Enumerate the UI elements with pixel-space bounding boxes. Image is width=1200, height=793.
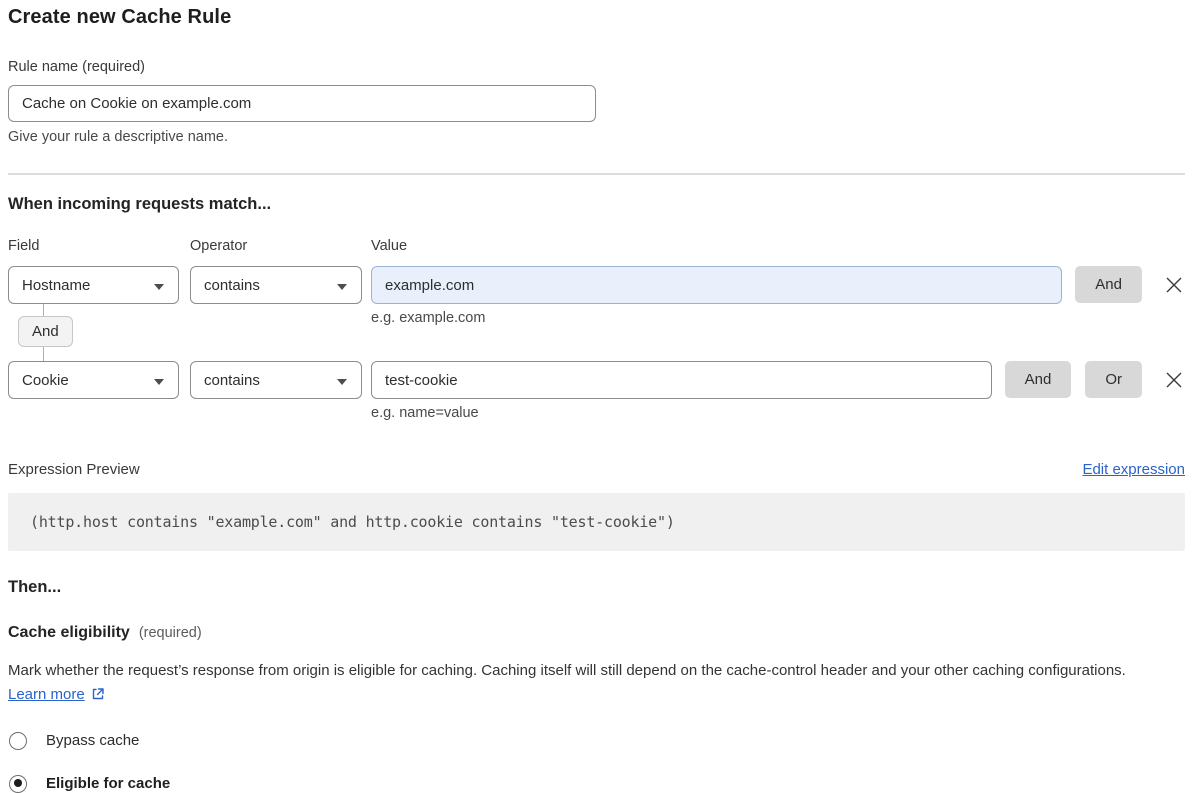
value-column-label: Value [371, 238, 407, 254]
field-column-label: Field [8, 238, 190, 254]
cache-eligibility-description: Mark whether the request’s response from… [8, 659, 1168, 710]
value-wrap: e.g. example.com [371, 266, 1062, 304]
condition-row: Cookie contains e.g. name=value And Or [8, 361, 1185, 399]
value-input[interactable] [371, 266, 1062, 304]
value-input[interactable] [371, 361, 992, 399]
operator-select[interactable]: contains [190, 361, 362, 399]
expression-header: Expression Preview Edit expression [8, 461, 1185, 478]
radio-bypass-cache[interactable]: Bypass cache [8, 732, 1185, 750]
condition-row: Hostname contains e.g. example.com And [8, 266, 1185, 304]
condition-column-labels: Field Operator Value [8, 238, 1185, 254]
field-select[interactable]: Hostname [8, 266, 179, 304]
description-text: Mark whether the request’s response from… [8, 662, 1126, 679]
page-title: Create new Cache Rule [8, 6, 1185, 29]
external-link-icon [91, 688, 105, 705]
and-button[interactable]: And [1005, 361, 1072, 398]
field-select-value: Cookie [22, 372, 69, 389]
expression-code-block: (http.host contains "example.com" and ht… [8, 493, 1185, 551]
then-heading: Then... [8, 578, 1185, 597]
learn-more-link[interactable]: Learn more [8, 686, 85, 703]
rule-name-help: Give your rule a descriptive name. [8, 129, 1185, 145]
operator-select[interactable]: contains [190, 266, 362, 304]
required-note: (required) [139, 625, 202, 641]
remove-condition-button[interactable] [1163, 369, 1185, 391]
chevron-down-icon [154, 379, 164, 385]
chevron-down-icon [337, 284, 347, 290]
rule-name-label: Rule name (required) [8, 59, 1185, 75]
expression-preview-label: Expression Preview [8, 461, 140, 478]
and-button[interactable]: And [1075, 266, 1142, 303]
value-hint: e.g. name=value [371, 405, 479, 421]
cache-eligibility-heading-row: Cache eligibility (required) [8, 624, 1185, 642]
field-select-value: Hostname [22, 277, 90, 294]
field-select[interactable]: Cookie [8, 361, 179, 399]
close-icon [1163, 369, 1185, 391]
radio-icon [9, 732, 27, 750]
value-wrap: e.g. name=value [371, 361, 992, 399]
cache-eligibility-heading: Cache eligibility [8, 624, 130, 642]
create-cache-rule-page: Create new Cache Rule Rule name (require… [0, 0, 1200, 793]
edit-expression-link[interactable]: Edit expression [1082, 461, 1185, 478]
radio-label: Bypass cache [46, 732, 139, 749]
chevron-down-icon [337, 379, 347, 385]
condition-connector: And [8, 304, 1185, 361]
spacer [8, 399, 1185, 461]
close-icon [1163, 274, 1185, 296]
section-divider [8, 173, 1185, 175]
or-button[interactable]: Or [1085, 361, 1142, 398]
operator-select-value: contains [204, 277, 260, 294]
chevron-down-icon [154, 284, 164, 290]
match-heading: When incoming requests match... [8, 195, 1185, 214]
connector-and-button[interactable]: And [18, 316, 73, 347]
remove-condition-button[interactable] [1163, 274, 1185, 296]
operator-column-label: Operator [190, 238, 371, 254]
operator-select-value: contains [204, 372, 260, 389]
rule-name-section: Rule name (required) Give your rule a de… [8, 59, 1185, 145]
rule-name-input[interactable] [8, 85, 596, 122]
